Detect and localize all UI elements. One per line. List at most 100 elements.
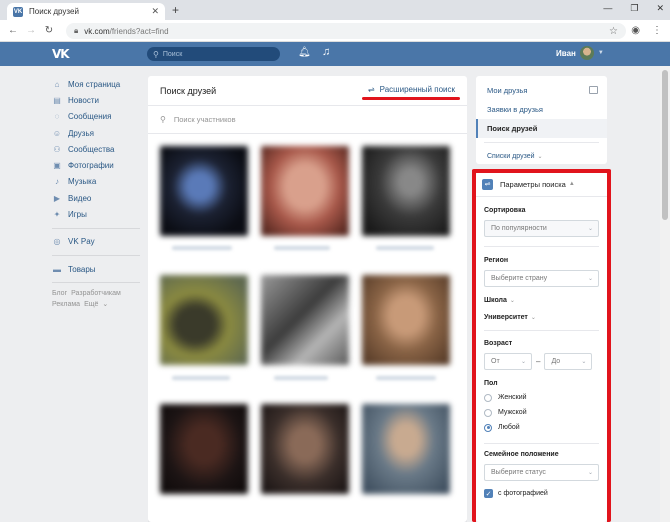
news-icon: ▤ — [53, 95, 61, 105]
music-note-icon[interactable]: ♫ — [322, 46, 330, 58]
footer-link-developers[interactable]: Разработчикам — [71, 290, 121, 297]
photos-icon: ▣ — [53, 161, 61, 171]
friends-search-card: Поиск друзей ⇌ Расширенный поиск ⚲ Поиск… — [148, 76, 467, 522]
menu-divider — [484, 142, 599, 143]
sidebar-item-label: Музыка — [68, 177, 97, 187]
browser-tab-bar: VK Поиск друзей ✕ + — ❐ ✕ — [0, 0, 670, 20]
sidebar-item-music[interactable]: ♪ Музыка — [52, 174, 147, 190]
sidebar-item-label: Друзья — [68, 128, 94, 138]
footer-link-more[interactable]: Ещё — [84, 301, 98, 308]
vk-logo[interactable]: VK — [52, 47, 70, 61]
sidebar-item-games[interactable]: ✦ Игры — [52, 206, 147, 222]
sidebar-item-label: Новости — [68, 95, 99, 105]
result-photo[interactable] — [160, 146, 248, 236]
menu-item-label: Списки друзей — [487, 153, 535, 160]
bookmark-star-icon[interactable]: ☆ — [609, 26, 618, 37]
result-photo[interactable] — [160, 404, 248, 494]
menu-item-find-friends[interactable]: Поиск друзей — [476, 119, 607, 138]
result-photo[interactable] — [362, 146, 450, 236]
sidebar-item-photos[interactable]: ▣ Фотографии — [52, 157, 147, 173]
footer-link-blog[interactable]: Блог — [52, 290, 67, 297]
games-icon: ✦ — [53, 210, 61, 220]
sidebar-item-label: Моя страница — [68, 79, 121, 89]
footer-link-ads[interactable]: Реклама — [52, 301, 80, 308]
menu-item-friend-requests[interactable]: Заявки в друзья — [476, 100, 607, 119]
minimize-icon[interactable]: — — [603, 3, 612, 14]
search-icon: ⚲ — [153, 49, 159, 59]
new-tab-icon[interactable]: + — [172, 3, 179, 17]
sidebar-divider — [52, 227, 140, 229]
header-search-input[interactable]: ⚲ Поиск — [147, 47, 280, 61]
sidebar-item-label: Сообщения — [68, 112, 112, 122]
goods-icon: ▬ — [53, 264, 61, 274]
address-toolbar: ← → ↻ 🔒︎ vk.com/friends?act=find ☆ ◉ ⋮ — [0, 20, 670, 42]
browser-actions: ◉ ⋮ — [631, 25, 662, 36]
card-header: Поиск друзей ⇌ Расширенный поиск — [148, 76, 467, 106]
window-controls: — ❐ ✕ — [603, 3, 664, 14]
menu-kebab-icon[interactable]: ⋮ — [652, 25, 662, 36]
member-search-placeholder: Поиск участников — [173, 115, 236, 124]
video-icon: ▶ — [53, 193, 61, 203]
user-menu[interactable]: Иван ▼ — [556, 46, 604, 60]
result-name-placeholder — [376, 246, 434, 250]
menu-item-label: Поиск друзей — [487, 124, 538, 133]
chevron-down-icon: ⌄ — [102, 301, 109, 309]
sidebar-item-label: VK Pay — [68, 237, 95, 247]
result-name-placeholder — [274, 376, 328, 380]
menu-item-friend-lists[interactable]: Списки друзей ⌄ — [476, 147, 607, 166]
sidebar-item-label: Товары — [68, 264, 96, 274]
advanced-search-link[interactable]: ⇌ Расширенный поиск — [368, 85, 455, 94]
browser-tab[interactable]: VK Поиск друзей ✕ — [7, 3, 165, 20]
result-name-placeholder — [172, 246, 232, 250]
menu-item-my-friends[interactable]: Мои друзья — [476, 81, 607, 100]
tab-title: Поиск друзей — [29, 7, 79, 16]
url-path: /friends?act=find — [109, 26, 169, 36]
profile-icon[interactable]: ◉ — [631, 25, 640, 36]
home-icon: ⌂ — [54, 79, 60, 89]
user-name: Иван — [556, 48, 576, 58]
sidebar-item-label: Фотографии — [68, 161, 114, 171]
result-photo[interactable] — [362, 275, 450, 365]
sliders-icon: ⇌ — [367, 85, 375, 94]
sidebar-item-friends[interactable]: ☺ Друзья — [52, 125, 147, 141]
lock-icon: 🔒︎ — [74, 26, 79, 35]
communities-icon: ⚇ — [53, 144, 61, 154]
sidebar-item-label: Видео — [68, 193, 92, 203]
result-photo[interactable] — [261, 275, 349, 365]
friends-menu: Мои друзья Заявки в друзья Поиск друзей … — [476, 76, 607, 164]
url-text: vk.com/friends?act=find — [84, 27, 168, 36]
sidebar-item-goods[interactable]: ▬ Товары — [52, 261, 147, 277]
advanced-search-label: Расширенный поиск — [379, 85, 455, 94]
back-icon[interactable]: ← — [4, 25, 22, 36]
result-photo[interactable] — [261, 146, 349, 236]
calendar-icon[interactable] — [589, 86, 598, 94]
result-photo[interactable] — [160, 275, 248, 365]
forward-icon[interactable]: → — [22, 25, 40, 36]
sidebar-item-my-page[interactable]: ⌂ Моя страница — [52, 76, 147, 92]
sidebar-item-video[interactable]: ▶ Видео — [52, 190, 147, 206]
vk-header: VK ⚲ Поиск 🔔︎ ♫ Иван ▼ — [0, 42, 670, 66]
music-icon: ♪ — [55, 177, 59, 187]
sidebar-item-messages[interactable]: ◌ Сообщения — [52, 109, 147, 125]
sidebar-item-communities[interactable]: ⚇ Сообщества — [52, 141, 147, 157]
close-window-icon[interactable]: ✕ — [656, 3, 664, 14]
friends-icon: ☺ — [52, 128, 62, 138]
result-photo[interactable] — [362, 404, 450, 494]
sidebar-item-vkpay[interactable]: ◎ VK Pay — [52, 234, 147, 250]
sidebar-divider — [52, 254, 140, 256]
result-name-placeholder — [172, 376, 230, 380]
url-bar[interactable]: 🔒︎ vk.com/friends?act=find ☆ — [66, 23, 626, 39]
notifications-bell-icon[interactable]: 🔔︎ — [298, 47, 311, 58]
chevron-down-icon: ▼ — [597, 50, 604, 56]
restore-icon[interactable]: ❐ — [630, 3, 638, 14]
member-search-input[interactable]: ⚲ Поиск участников — [148, 106, 467, 134]
sidebar-divider — [52, 282, 140, 284]
reload-icon[interactable]: ↻ — [40, 25, 58, 36]
left-sidebar: ⌂ Моя страница ▤ Новости ◌ Сообщения ☺ Друзь… — [52, 76, 147, 310]
highlight-underline — [362, 97, 460, 100]
result-photo[interactable] — [261, 404, 349, 494]
page-scrollbar-thumb[interactable] — [662, 70, 668, 220]
search-icon: ⚲ — [160, 115, 166, 124]
sidebar-item-news[interactable]: ▤ Новости — [52, 92, 147, 108]
tab-close-icon[interactable]: ✕ — [151, 6, 159, 17]
